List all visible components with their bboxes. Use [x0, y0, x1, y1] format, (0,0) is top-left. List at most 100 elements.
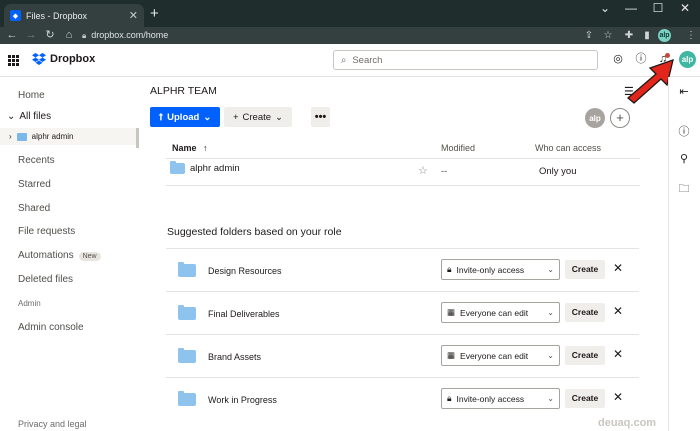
- sidebar-item-recents[interactable]: Recents: [18, 155, 55, 166]
- folder-icon: [16, 132, 27, 141]
- column-header-name[interactable]: Name ↑: [172, 143, 208, 153]
- suggested-folder-row: Final Deliverables ▦ Everyone can edit ⌄…: [166, 291, 639, 334]
- folder-activity-icon[interactable]: 🗀︎: [677, 180, 691, 199]
- home-icon[interactable]: ⌂: [62, 27, 76, 44]
- modified-value: --: [441, 166, 448, 177]
- dropbox-logo-icon: [32, 53, 46, 65]
- folder-icon: [178, 348, 196, 363]
- forward-arrow-icon[interactable]: →: [24, 27, 38, 44]
- dismiss-icon[interactable]: ✕: [613, 261, 623, 275]
- list-menu-icon[interactable]: ☰: [624, 85, 634, 98]
- sidebar-item-admin-console[interactable]: Admin console: [18, 322, 84, 333]
- sidebar-item-automations[interactable]: Automations New: [18, 250, 101, 261]
- suggested-folder-name[interactable]: Work in Progress: [178, 378, 277, 421]
- permission-select[interactable]: ▦ Everyone can edit ⌄: [441, 302, 560, 323]
- column-header-modified[interactable]: Modified: [441, 143, 475, 153]
- bookmark-star-icon[interactable]: ☆: [601, 27, 615, 44]
- lock-icon: 🔒︎: [447, 264, 452, 274]
- sidebar-item-shared[interactable]: Shared: [18, 203, 50, 214]
- chevron-down-icon: ⌄: [547, 351, 554, 360]
- row-divider: [166, 185, 640, 186]
- permission-select[interactable]: 🔒︎ Invite-only access ⌄: [441, 388, 560, 409]
- maximize-button[interactable]: ☐: [643, 1, 673, 15]
- tab-title: Files - Dropbox: [26, 10, 88, 21]
- chevron-down-icon: ⌄: [7, 111, 16, 122]
- header-divider: [166, 158, 640, 159]
- page-title: ALPHR TEAM: [150, 85, 217, 97]
- dropbox-favicon-icon: ◆: [10, 10, 21, 21]
- column-header-who-can-access[interactable]: Who can access: [535, 143, 601, 153]
- chevron-down-icon: ⌄: [547, 394, 554, 403]
- more-actions-button[interactable]: •••: [311, 107, 330, 127]
- building-icon: ▦: [447, 307, 456, 317]
- dropbox-logo[interactable]: Dropbox: [32, 53, 95, 65]
- folder-icon: [178, 305, 196, 320]
- collapse-panel-icon[interactable]: ⇤: [677, 85, 691, 98]
- add-member-button[interactable]: +: [610, 108, 630, 128]
- privacy-link[interactable]: Privacy and legal: [18, 419, 87, 429]
- chevron-down-icon: ⌄: [275, 111, 284, 123]
- app-launcher-icon[interactable]: [8, 55, 19, 66]
- suggested-folder-name[interactable]: Brand Assets: [178, 335, 261, 378]
- url-text: dropbox.com/home: [91, 30, 169, 40]
- share-icon[interactable]: ⇪: [582, 27, 596, 44]
- sidebar-item-home[interactable]: Home: [18, 90, 45, 101]
- search-input[interactable]: ⌕ Search: [333, 50, 598, 70]
- address-bar[interactable]: 🔒︎ dropbox.com/home: [82, 27, 602, 44]
- search-placeholder: Search: [352, 54, 383, 66]
- chevron-down-icon: ⌄: [547, 265, 554, 274]
- account-avatar[interactable]: alp: [679, 51, 696, 68]
- sidebar-toggle-icon[interactable]: ▮: [640, 27, 654, 44]
- folder-icon: [178, 262, 196, 277]
- suggested-folder-name[interactable]: Final Deliverables: [178, 292, 280, 335]
- sidebar-tree-item[interactable]: › alphr admin: [0, 128, 139, 145]
- create-folder-button[interactable]: Create: [565, 389, 605, 408]
- star-icon[interactable]: ☆: [418, 164, 428, 177]
- table-row[interactable]: alphr admin: [170, 161, 240, 174]
- extensions-icon[interactable]: ✚: [622, 27, 636, 44]
- access-value: Only you: [539, 166, 577, 177]
- sidebar-item-all-files[interactable]: ⌄ All files: [7, 111, 51, 122]
- lock-icon: 🔒︎: [447, 393, 452, 403]
- upload-button[interactable]: ⭡ Upload ⌄: [150, 107, 220, 127]
- new-tab-button[interactable]: +: [150, 5, 159, 22]
- folder-icon: [178, 391, 196, 406]
- create-folder-button[interactable]: Create: [565, 346, 605, 365]
- window-close-button[interactable]: ✕: [670, 1, 700, 15]
- sidebar-item-deleted-files[interactable]: Deleted files: [18, 274, 73, 285]
- dismiss-icon[interactable]: ✕: [613, 390, 623, 404]
- suggested-folder-name[interactable]: Design Resources: [178, 249, 282, 292]
- browser-profile-avatar[interactable]: alp: [658, 29, 671, 42]
- permission-select[interactable]: 🔒︎ Invite-only access ⌄: [441, 259, 560, 280]
- team-avatar[interactable]: alp: [585, 108, 605, 128]
- browser-tab[interactable]: ◆ Files - Dropbox ✕: [4, 4, 144, 27]
- permission-select[interactable]: ▦ Everyone can edit ⌄: [441, 345, 560, 366]
- suggested-folder-row: Design Resources 🔒︎ Invite-only access ⌄…: [166, 248, 639, 291]
- sidebar-item-file-requests[interactable]: File requests: [18, 226, 75, 237]
- chevron-right-icon: ›: [9, 132, 12, 141]
- info-icon[interactable]: ⓘ: [677, 123, 691, 139]
- suggested-folder-row: Brand Assets ▦ Everyone can edit ⌄ Creat…: [166, 334, 639, 377]
- minimize-button[interactable]: —: [616, 1, 646, 15]
- chevron-down-icon: ⌄: [547, 308, 554, 317]
- create-button[interactable]: + Create ⌄: [224, 107, 292, 127]
- upload-icon: ⭡: [158, 111, 164, 123]
- pin-icon[interactable]: ⚲: [677, 152, 691, 165]
- sidebar-item-starred[interactable]: Starred: [18, 179, 51, 190]
- watermark: deuaq.com: [598, 417, 657, 429]
- back-arrow-icon[interactable]: ←: [5, 27, 19, 44]
- create-folder-button[interactable]: Create: [565, 303, 605, 322]
- rewind-icon[interactable]: ◎: [610, 51, 626, 67]
- dismiss-icon[interactable]: ✕: [613, 304, 623, 318]
- new-badge: New: [78, 252, 101, 261]
- browser-menu-icon[interactable]: ⋮: [684, 27, 698, 44]
- tab-close-icon[interactable]: ✕: [129, 9, 138, 22]
- chevron-down-icon: ⌄: [203, 111, 212, 123]
- plus-icon: +: [232, 111, 239, 123]
- create-folder-button[interactable]: Create: [565, 260, 605, 279]
- sidebar-scrollbar[interactable]: [136, 128, 139, 148]
- reload-icon[interactable]: ↻: [43, 27, 57, 44]
- sort-arrow-icon: ↑: [203, 143, 208, 153]
- dismiss-icon[interactable]: ✕: [613, 347, 623, 361]
- lock-icon: 🔒︎: [82, 31, 87, 40]
